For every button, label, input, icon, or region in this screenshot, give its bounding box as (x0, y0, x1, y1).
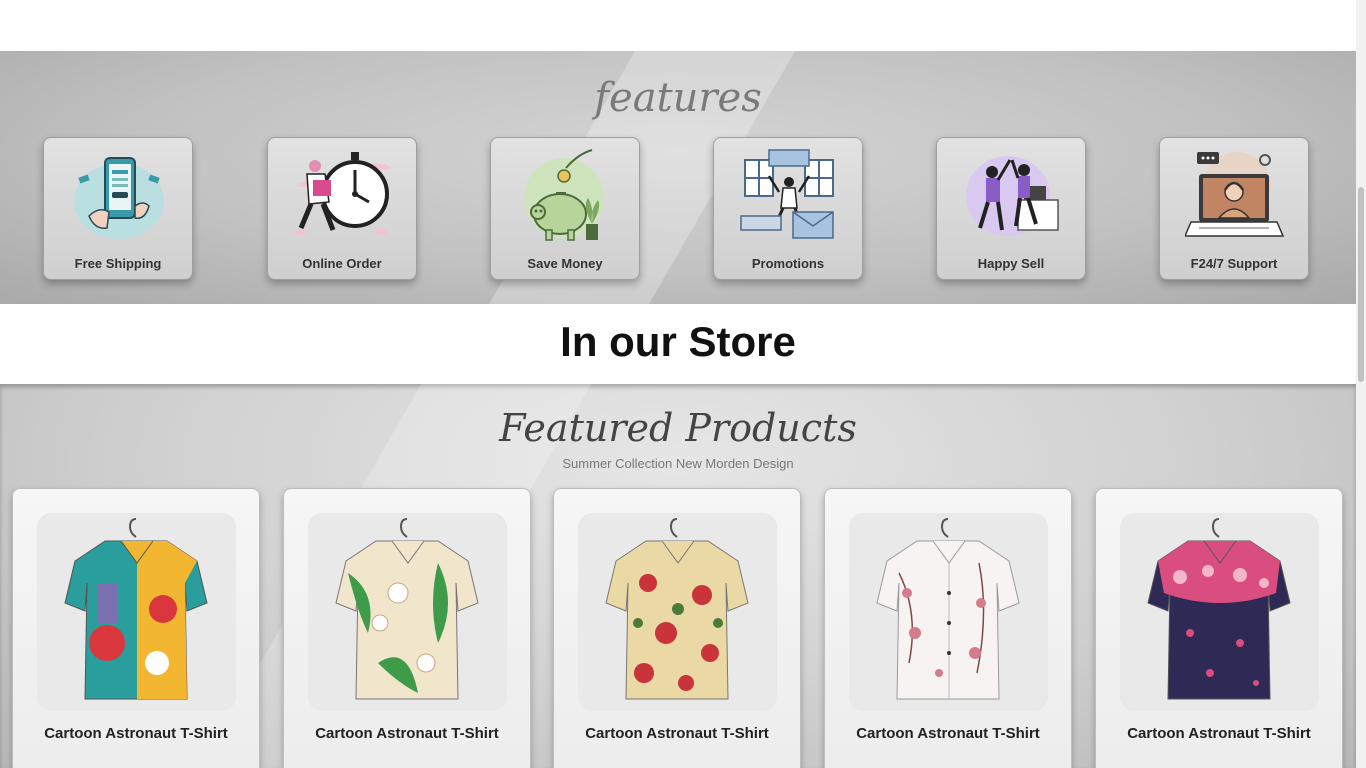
shirt-image-icon (335, 518, 479, 700)
shirt-image-icon (605, 518, 749, 700)
features-title: features (594, 75, 762, 121)
feature-label: Online Order (302, 256, 382, 271)
feature-card-free-shipping[interactable]: Free Shipping (43, 137, 193, 280)
product-card[interactable]: Cartoon Astronaut T-Shirt (824, 488, 1072, 768)
feature-label: Happy Sell (977, 256, 1045, 271)
feature-label: Free Shipping (74, 256, 162, 271)
product-image[interactable] (1120, 513, 1319, 711)
products-subtitle: Summer Collection New Morden Design (562, 456, 794, 471)
product-card[interactable]: Cartoon Astronaut T-Shirt (553, 488, 801, 768)
product-name[interactable]: Cartoon Astronaut T-Shirt (284, 725, 530, 742)
features-section: features Free Shipping Online Order Save… (0, 51, 1356, 304)
shirt-image-icon (1147, 518, 1291, 700)
feature-label: Save Money (527, 256, 603, 271)
product-name[interactable]: Cartoon Astronaut T-Shirt (554, 725, 800, 742)
feature-card-promotions[interactable]: Promotions (713, 137, 863, 280)
featured-products-section: Featured Products Summer Collection New … (0, 384, 1356, 768)
high-five-icon (966, 156, 1059, 236)
feature-card-save-money[interactable]: Save Money (490, 137, 640, 280)
product-image[interactable] (308, 513, 507, 711)
feature-card-happy-sell[interactable]: Happy Sell (936, 137, 1086, 280)
feature-label: F24/7 Support (1190, 256, 1278, 271)
product-card[interactable]: Cartoon Astronaut T-Shirt (283, 488, 531, 768)
feature-card-support[interactable]: F24/7 Support (1159, 137, 1309, 280)
feature-card-online-order[interactable]: Online Order (267, 137, 417, 280)
product-name[interactable]: Cartoon Astronaut T-Shirt (825, 725, 1071, 742)
piggy-bank-icon (524, 149, 604, 241)
shirt-image-icon (64, 518, 208, 700)
clock-delivery-icon (293, 152, 391, 236)
product-name[interactable]: Cartoon Astronaut T-Shirt (13, 725, 259, 742)
scrollbar-thumb[interactable] (1358, 187, 1364, 382)
phone-payment-icon (74, 157, 164, 239)
laptop-support-icon (1185, 152, 1285, 237)
top-navbar (0, 0, 1356, 51)
product-card[interactable]: Cartoon Astronaut T-Shirt (1095, 488, 1343, 768)
store-heading: In our Store (560, 318, 796, 365)
products-title: Featured Products (499, 406, 857, 450)
product-card[interactable]: Cartoon Astronaut T-Shirt (12, 488, 260, 768)
shirt-image-icon (876, 518, 1020, 700)
product-image[interactable] (37, 513, 236, 711)
product-image[interactable] (578, 513, 777, 711)
product-name[interactable]: Cartoon Astronaut T-Shirt (1096, 725, 1342, 742)
product-image[interactable] (849, 513, 1048, 711)
shop-promotion-icon (740, 149, 834, 239)
feature-label: Promotions (751, 256, 825, 271)
page-scrollbar[interactable] (1356, 0, 1366, 768)
